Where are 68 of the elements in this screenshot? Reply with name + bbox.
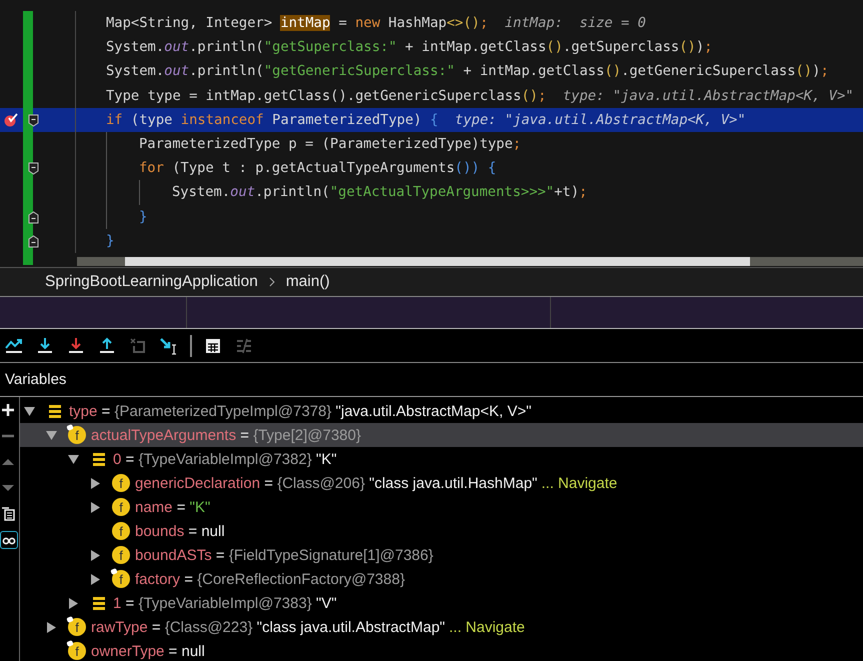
copy-button[interactable] — [1, 507, 15, 521]
collapsed-arrow-icon[interactable] — [90, 502, 101, 512]
force-step-into-button[interactable] — [66, 336, 86, 356]
field-icon: f — [112, 474, 130, 492]
variable-text: 0 = {TypeVariableImpl@7382} "K" — [113, 450, 337, 468]
expanded-arrow-icon[interactable] — [46, 430, 57, 440]
collapsed-arrow-icon[interactable] — [90, 478, 101, 488]
code-text: for (Type t : p.getActualTypeArguments()) { — [139, 160, 496, 176]
scrollbar-thumb[interactable] — [125, 257, 750, 266]
fold-marker-icon[interactable] — [28, 114, 39, 127]
step-out-button[interactable] — [97, 336, 117, 356]
tree-row[interactable]: 1 = {TypeVariableImpl@7383} "V" — [20, 591, 863, 615]
field-icon: f — [68, 642, 86, 660]
variable-text: 1 = {TypeVariableImpl@7383} "V" — [113, 594, 337, 612]
expanded-arrow-icon[interactable] — [68, 454, 79, 464]
variable-text: bounds = null — [135, 522, 225, 540]
variable-text: rawType = {Class@223} "class java.util.AbstractMap" — [91, 618, 445, 636]
tree-row[interactable]: type = {ParameterizedTypeImpl@7378} "java.util.AbstractMap<K, V>" — [20, 399, 863, 423]
code-text: Map<String, Integer> intMap = new HashMap<>(); intMap: size = 0 — [106, 15, 646, 32]
tree-row[interactable]: f actualTypeArguments = {Type[2]@7380} — [20, 423, 863, 447]
variable-text: factory = {CoreReflectionFactory@7388} — [135, 570, 405, 588]
tree-row[interactable]: f boundASTs = {FieldTypeSignature[1]@7386} — [20, 543, 863, 567]
collapsed-arrow-icon[interactable] — [90, 574, 101, 584]
code-text: } — [139, 208, 148, 225]
add-button[interactable] — [1, 403, 15, 417]
variable-text: genericDeclaration = {Class@206} "class java.util.HashMap" — [135, 474, 538, 492]
variable-text: boundASTs = {FieldTypeSignature[1]@7386} — [135, 546, 434, 564]
field-icon: f — [112, 570, 130, 588]
run-to-cursor-button[interactable] — [159, 336, 179, 356]
tree-row[interactable]: f genericDeclaration = {Class@206} "class java.util.HashMap" ... Navigate — [20, 471, 863, 495]
fold-marker-icon[interactable] — [28, 234, 39, 248]
tree-row[interactable]: f name = "K" — [20, 495, 863, 519]
chevron-icon — [268, 277, 276, 287]
collapsed-arrow-icon[interactable] — [68, 598, 79, 608]
tree-row[interactable]: 0 = {TypeVariableImpl@7382} "K" — [20, 447, 863, 471]
step-into-button[interactable] — [35, 336, 55, 356]
tree-row[interactable]: f rawType = {Class@223} "class java.util.AbstractMap" ... Navigate — [20, 615, 863, 639]
code-text: ParameterizedType p = (ParameterizedType)type; — [139, 136, 522, 152]
field-icon: f — [68, 618, 86, 636]
field-icon: f — [112, 522, 130, 540]
panel-title: Variables — [5, 371, 66, 388]
expanded-arrow-icon[interactable] — [24, 406, 35, 416]
code-text: System.out.println("getGenericSuperclass:" + intMap.getClass().getGenericSuperclass()); — [106, 63, 829, 80]
variable-text: name = "K" — [135, 498, 210, 516]
breadcrumb-item[interactable]: SpringBootLearningApplication — [45, 273, 258, 291]
fold-marker-icon[interactable] — [28, 210, 39, 224]
collapsed-arrow-icon[interactable] — [46, 622, 57, 632]
code-text: System.out.println("getActualTypeArguments>>>"+t); — [172, 184, 588, 200]
code-text: Type type = intMap.getClass().getGenericSuperclass(); type: "java.util.AbstractMap<K, V>" — [106, 88, 854, 104]
field-icon: f — [112, 546, 130, 564]
field-icon: f — [68, 426, 86, 444]
variable-text: actualTypeArguments = {Type[2]@7380} — [91, 426, 361, 444]
field-icon: f — [112, 498, 130, 516]
variable-text: ownerType = null — [91, 642, 205, 660]
code-text: if (type instanceof ParameterizedType) { type: "java.util.AbstractMap<K, V>" — [106, 112, 746, 128]
navigate-link[interactable]: ... Navigate — [448, 618, 525, 636]
variable-text: type = {ParameterizedTypeImpl@7378} "java.util.AbstractMap<K, V>" — [69, 402, 532, 420]
breadcrumb-item[interactable]: main() — [286, 273, 330, 291]
breakpoint-icon[interactable] — [3, 112, 19, 127]
code-text: } — [106, 232, 114, 249]
tree-row[interactable]: f factory = {CoreReflectionFactory@7388} — [20, 567, 863, 591]
code-text: System.out.println("getSuperclass:" + intMap.getClass().getSuperclass()); — [106, 39, 712, 56]
glasses-button[interactable] — [0, 531, 18, 549]
navigate-link[interactable]: ... Navigate — [541, 474, 618, 492]
tree-row[interactable]: f bounds = null — [20, 519, 863, 543]
collapsed-arrow-icon[interactable] — [90, 550, 101, 560]
tree-row[interactable]: f ownerType = null — [20, 639, 863, 661]
fold-marker-icon[interactable] — [28, 162, 39, 176]
